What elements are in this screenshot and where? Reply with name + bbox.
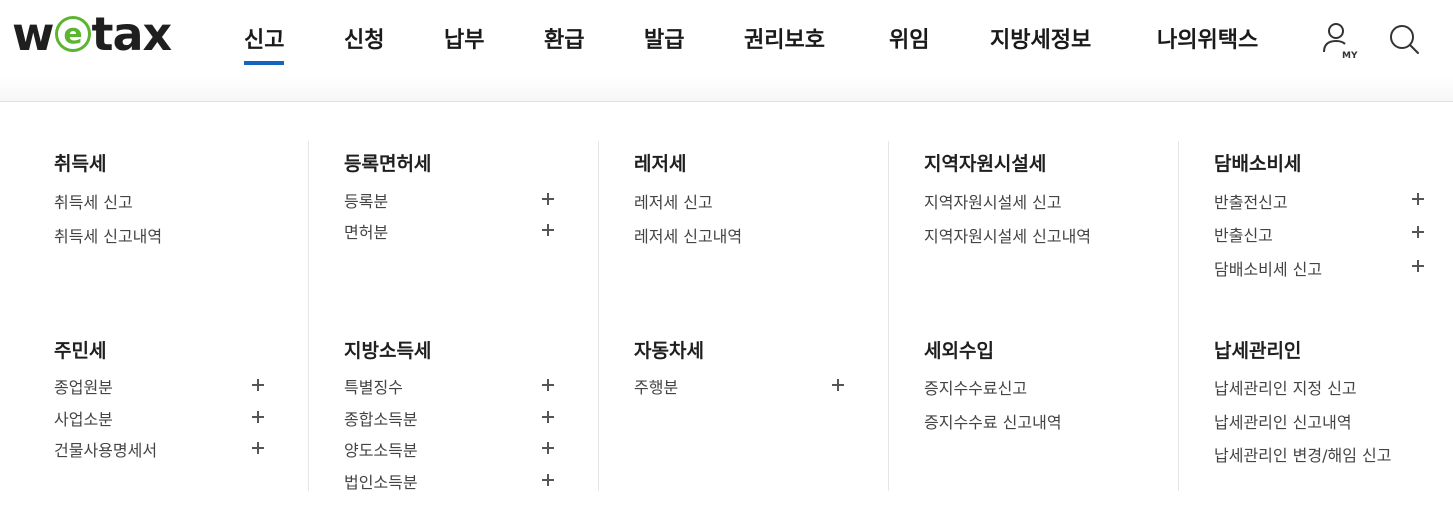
search-icon: [1390, 25, 1419, 54]
plus-icon[interactable]: [542, 441, 556, 455]
link-stamp-fee-history[interactable]: 증지수수료 신고내역: [924, 409, 1062, 433]
group-title-non-tax-revenue: 세외수입: [924, 340, 994, 362]
plus-icon[interactable]: [1412, 192, 1426, 206]
link-registration-portion[interactable]: 등록분: [344, 188, 388, 212]
link-regional-resource-tax-report[interactable]: 지역자원시설세 신고: [924, 189, 1062, 213]
logo-e-circle: e: [54, 16, 91, 52]
link-driving-portion[interactable]: 주행분: [634, 374, 678, 398]
plus-icon[interactable]: [1412, 225, 1426, 239]
group-title-automobile-tax: 자동차세: [634, 340, 704, 362]
link-stamp-fee-report[interactable]: 증지수수료신고: [924, 375, 1027, 399]
nav-item-apply[interactable]: 신청: [344, 22, 384, 54]
group-title-regional-resource-tax: 지역자원시설세: [924, 153, 1047, 175]
nav-item-local-tax-info[interactable]: 지방세정보: [990, 22, 1091, 54]
column-divider: [1178, 141, 1179, 491]
group-title-tobacco-tax: 담배소비세: [1214, 153, 1302, 175]
plus-icon[interactable]: [252, 441, 266, 455]
plus-icon[interactable]: [252, 410, 266, 424]
nav-item-my-wetax[interactable]: 나의위택스: [1157, 22, 1258, 54]
group-title-local-income-tax: 지방소득세: [344, 340, 432, 362]
my-label: MY: [1342, 51, 1358, 60]
group-title-resident-tax: 주민세: [54, 340, 107, 362]
nav-item-delegation[interactable]: 위임: [889, 22, 929, 54]
group-title-tax-administrator: 납세관리인: [1214, 340, 1302, 362]
link-acquisition-tax-history[interactable]: 취득세 신고내역: [54, 223, 162, 247]
link-leisure-tax-history[interactable]: 레저세 신고내역: [634, 223, 742, 247]
search-button[interactable]: [1385, 20, 1425, 60]
logo-w: w: [12, 7, 54, 61]
link-special-withholding[interactable]: 특별징수: [344, 374, 403, 398]
plus-icon[interactable]: [252, 378, 266, 392]
link-building-use-statement[interactable]: 건물사용명세서: [54, 437, 157, 461]
nav-item-issue[interactable]: 발급: [644, 22, 684, 54]
column-divider: [888, 141, 889, 491]
plus-icon[interactable]: [542, 410, 556, 424]
group-title-acquisition-tax: 취득세: [54, 153, 107, 175]
plus-icon[interactable]: [542, 223, 556, 237]
wetax-logo[interactable]: w e tax: [12, 7, 173, 61]
link-pre-release-report[interactable]: 반출전신고: [1214, 189, 1288, 213]
plus-icon[interactable]: [1412, 259, 1426, 273]
link-corporate-income[interactable]: 법인소득분: [344, 469, 418, 493]
link-business-office-portion[interactable]: 사업소분: [54, 406, 113, 430]
my-page-button[interactable]: MY: [1320, 20, 1360, 61]
plus-icon[interactable]: [542, 378, 556, 392]
nav-item-rights-protection[interactable]: 권리보호: [744, 22, 825, 54]
link-administrator-designation[interactable]: 납세관리인 지정 신고: [1214, 375, 1357, 399]
plus-icon[interactable]: [542, 473, 556, 487]
plus-icon[interactable]: [542, 192, 556, 206]
link-leisure-tax-report[interactable]: 레저세 신고: [634, 189, 713, 213]
link-transfer-income[interactable]: 양도소득분: [344, 437, 418, 461]
link-administrator-history[interactable]: 납세관리인 신고내역: [1214, 409, 1352, 433]
nav-item-refund[interactable]: 환급: [544, 22, 584, 54]
link-comprehensive-income[interactable]: 종합소득분: [344, 406, 418, 430]
plus-icon[interactable]: [832, 378, 846, 392]
column-divider: [598, 141, 599, 491]
nav-item-report[interactable]: 신고: [244, 22, 285, 65]
column-divider: [308, 141, 309, 491]
link-release-report[interactable]: 반출신고: [1214, 222, 1273, 246]
link-administrator-change[interactable]: 납세관리인 변경/해임 신고: [1214, 442, 1391, 466]
link-regional-resource-tax-history[interactable]: 지역자원시설세 신고내역: [924, 223, 1091, 247]
group-title-leisure-tax: 레저세: [634, 153, 687, 175]
user-icon: MY: [1323, 23, 1358, 61]
link-license-portion[interactable]: 면허분: [344, 219, 388, 243]
site-header: w e tax 신고 신청 납부 환급 발급 권리보호 위임 지방세정보 나의위…: [0, 0, 1453, 102]
link-employee-portion[interactable]: 종업원분: [54, 374, 113, 398]
report-mega-menu: 취득세 취득세 신고 취득세 신고내역 주민세 종업원분 사업소분 건물사용명세…: [0, 103, 1453, 505]
nav-item-pay[interactable]: 납부: [444, 22, 484, 54]
group-title-registration-license-tax: 등록면허세: [344, 153, 432, 175]
logo-tax: tax: [91, 7, 173, 61]
link-acquisition-tax-report[interactable]: 취득세 신고: [54, 189, 133, 213]
link-tobacco-tax-report[interactable]: 담배소비세 신고: [1214, 256, 1322, 280]
